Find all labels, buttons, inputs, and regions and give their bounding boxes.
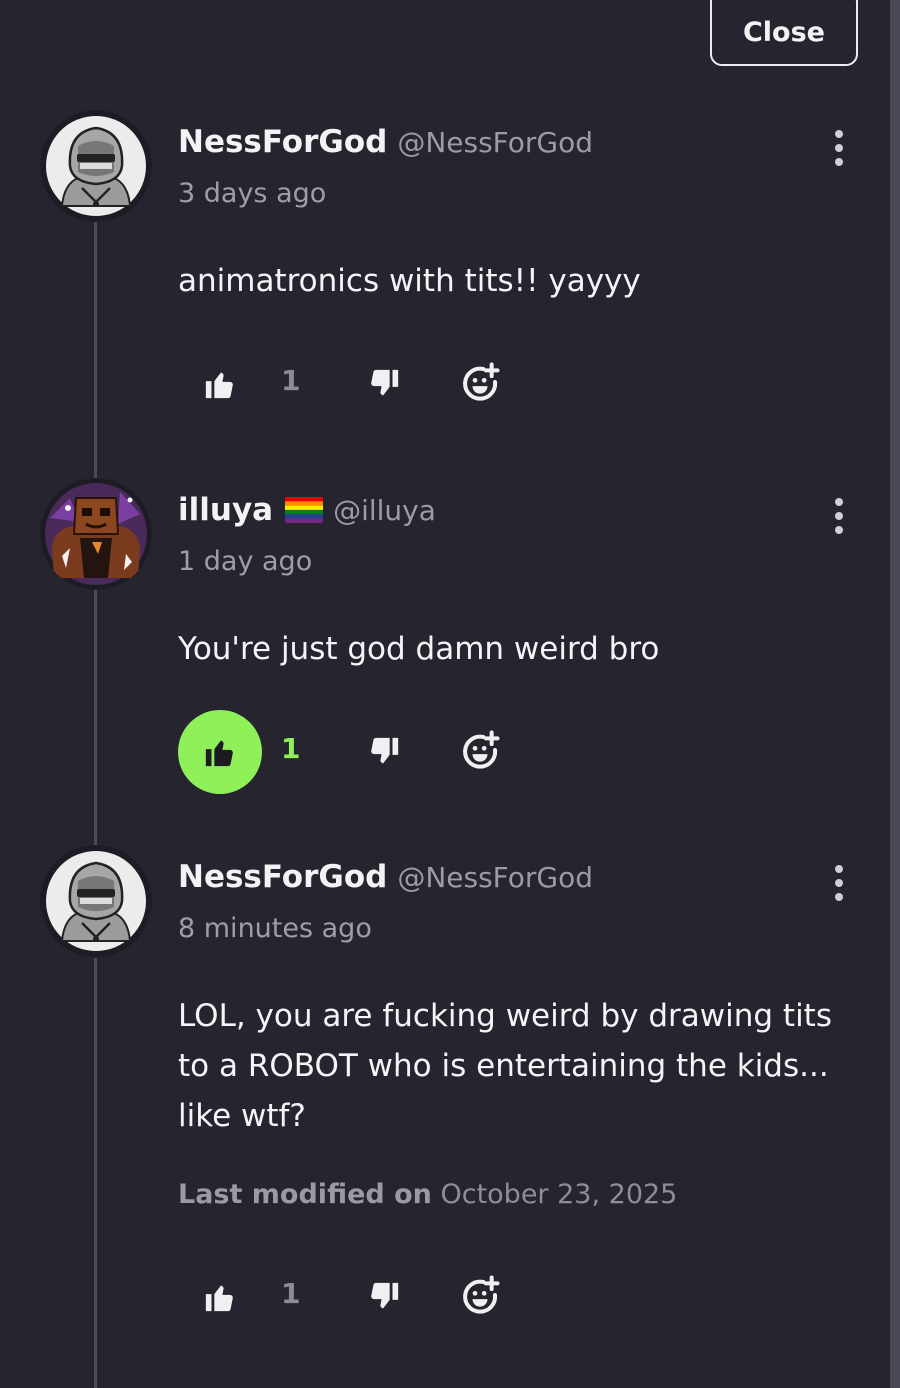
more-options-icon[interactable] [826,498,852,534]
like-button[interactable] [178,710,262,794]
more-options-icon[interactable] [826,865,852,901]
comment-actions: 1 [178,710,518,794]
thumbs-down-icon [371,737,399,764]
comment-actions: 1 [178,342,518,426]
like-count: 1 [281,732,301,765]
add-reaction-icon [463,362,500,401]
thumbs-down-icon [371,1282,399,1309]
like-count: 1 [281,1277,301,1310]
comment-header: illuya @illuya [178,492,436,528]
comment-actions: 1 [178,1255,518,1339]
last-modified-date: October 23, 2025 [440,1179,678,1210]
comment-text-line: to a ROBOT who is entertaining the kids.… [178,1048,829,1084]
last-modified: Last modified on October 23, 2025 [178,1179,677,1210]
thread-line [94,958,97,1388]
author-name[interactable]: NessForGod [178,859,387,895]
author-handle[interactable]: @illuya [333,494,436,527]
hooded-robot-avatar-icon [40,110,152,222]
like-button[interactable] [178,342,262,426]
dislike-button[interactable] [364,364,404,404]
add-reaction-icon [463,730,500,769]
dislike-button[interactable] [364,1277,404,1317]
thumbs-up-icon [205,740,233,767]
bear-character-avatar-icon [40,478,152,590]
comment-header: NessForGod @NessForGod [178,859,593,895]
avatar[interactable] [40,478,152,590]
thread-line [94,222,97,478]
add-reaction-button[interactable] [458,1273,502,1317]
comment-text-line: like wtf? [178,1098,306,1134]
add-reaction-icon [463,1275,500,1314]
comment-text: LOL, you are fucking weird by drawing ti… [178,991,858,1141]
rainbow-flag-icon [285,497,324,523]
comment-header: NessForGod @NessForGod [178,124,593,160]
thumbs-down-icon [371,369,399,396]
add-reaction-button[interactable] [458,360,502,404]
comment-text: animatronics with tits!! yayyy [178,263,641,299]
like-button[interactable] [178,1255,262,1339]
more-options-icon[interactable] [826,130,852,166]
dislike-button[interactable] [364,732,404,772]
scrollbar[interactable] [890,0,900,1388]
timestamp: 8 minutes ago [178,913,372,944]
avatar[interactable] [40,845,152,957]
comment-text: You're just god damn weird bro [178,631,660,667]
thumbs-up-icon [205,372,233,399]
author-name[interactable]: illuya [178,492,273,528]
avatar[interactable] [40,110,152,222]
add-reaction-button[interactable] [458,728,502,772]
author-handle[interactable]: @NessForGod [397,861,593,894]
comment-text-line: LOL, you are fucking weird by drawing ti… [178,998,832,1034]
thumbs-up-icon [205,1285,233,1312]
thread-line [94,590,97,846]
last-modified-label: Last modified on [178,1179,432,1210]
author-name[interactable]: NessForGod [178,124,387,160]
close-button[interactable]: Close [710,0,858,66]
timestamp: 3 days ago [178,178,327,209]
like-count: 1 [281,364,301,397]
author-handle[interactable]: @NessForGod [397,126,593,159]
timestamp: 1 day ago [178,546,313,577]
hooded-robot-avatar-icon [40,845,152,957]
